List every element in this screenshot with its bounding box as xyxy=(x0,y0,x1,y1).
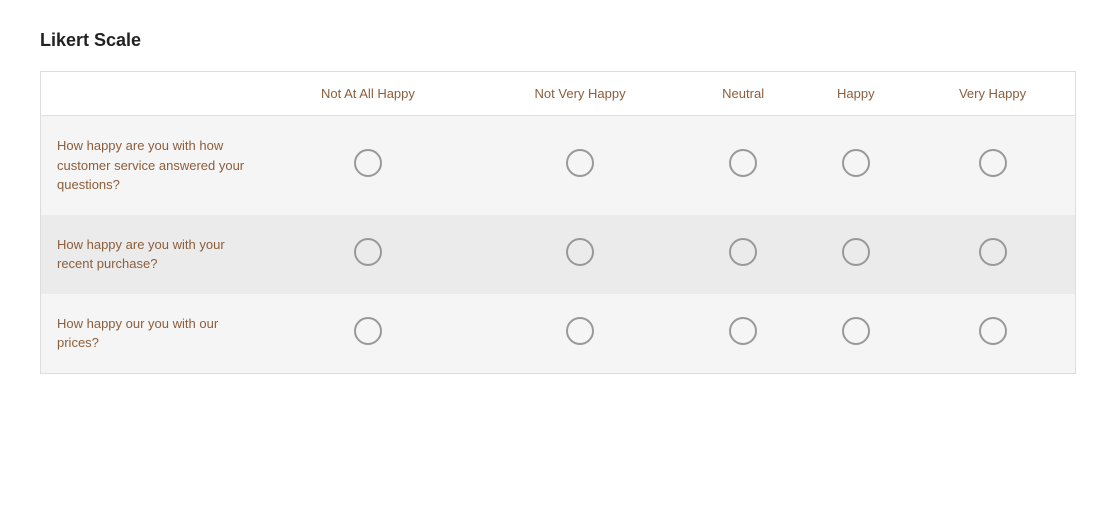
radio-input-row2-col1[interactable] xyxy=(354,238,382,266)
table-header-row: Not At All Happy Not Very Happy Neutral … xyxy=(41,72,1076,116)
radio-input-row1-col1[interactable] xyxy=(354,149,382,177)
radio-cell-row2-col2[interactable] xyxy=(475,215,684,294)
col-header-happy: Happy xyxy=(802,72,911,116)
radio-cell-row2-col1[interactable] xyxy=(261,215,476,294)
question-text: How happy are you with how customer serv… xyxy=(41,116,261,215)
radio-input-row1-col4[interactable] xyxy=(842,149,870,177)
page-title: Likert Scale xyxy=(40,30,1076,51)
col-header-very-happy: Very Happy xyxy=(910,72,1075,116)
radio-input-row3-col1[interactable] xyxy=(354,317,382,345)
question-text: How happy our you with our prices? xyxy=(41,294,261,374)
radio-cell-row3-col4[interactable] xyxy=(802,294,911,374)
radio-cell-row3-col1[interactable] xyxy=(261,294,476,374)
radio-input-row3-col5[interactable] xyxy=(979,317,1007,345)
col-header-neutral: Neutral xyxy=(685,72,802,116)
radio-cell-row3-col3[interactable] xyxy=(685,294,802,374)
radio-input-row2-col2[interactable] xyxy=(566,238,594,266)
radio-cell-row3-col2[interactable] xyxy=(475,294,684,374)
radio-cell-row1-col1[interactable] xyxy=(261,116,476,215)
radio-cell-row2-col5[interactable] xyxy=(910,215,1075,294)
radio-input-row2-col3[interactable] xyxy=(729,238,757,266)
radio-input-row2-col4[interactable] xyxy=(842,238,870,266)
table-row: How happy are you with how customer serv… xyxy=(41,116,1076,215)
likert-scale-table: Not At All Happy Not Very Happy Neutral … xyxy=(40,71,1076,374)
radio-cell-row1-col4[interactable] xyxy=(802,116,911,215)
radio-cell-row2-col4[interactable] xyxy=(802,215,911,294)
radio-input-row1-col5[interactable] xyxy=(979,149,1007,177)
question-text: How happy are you with your recent purch… xyxy=(41,215,261,294)
radio-cell-row1-col3[interactable] xyxy=(685,116,802,215)
table-row: How happy are you with your recent purch… xyxy=(41,215,1076,294)
table-row: How happy our you with our prices? xyxy=(41,294,1076,374)
radio-input-row1-col2[interactable] xyxy=(566,149,594,177)
radio-input-row3-col3[interactable] xyxy=(729,317,757,345)
radio-cell-row1-col5[interactable] xyxy=(910,116,1075,215)
radio-input-row3-col4[interactable] xyxy=(842,317,870,345)
radio-input-row3-col2[interactable] xyxy=(566,317,594,345)
col-header-not-very-happy: Not Very Happy xyxy=(475,72,684,116)
radio-input-row2-col5[interactable] xyxy=(979,238,1007,266)
col-header-question xyxy=(41,72,261,116)
radio-cell-row3-col5[interactable] xyxy=(910,294,1075,374)
radio-cell-row1-col2[interactable] xyxy=(475,116,684,215)
radio-cell-row2-col3[interactable] xyxy=(685,215,802,294)
col-header-not-at-all-happy: Not At All Happy xyxy=(261,72,476,116)
radio-input-row1-col3[interactable] xyxy=(729,149,757,177)
